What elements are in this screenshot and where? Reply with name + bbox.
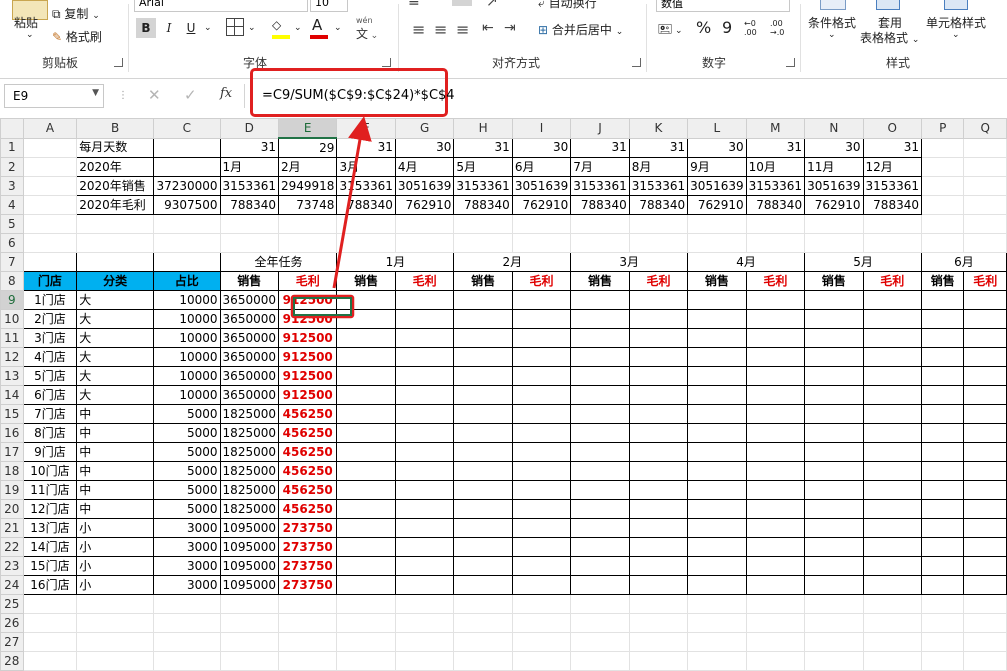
annotation-overlay: [290, 116, 372, 319]
annotation-cell-box: [290, 294, 355, 319]
annotation-arrow: [332, 116, 372, 289]
active-cell-outline: [293, 297, 352, 316]
